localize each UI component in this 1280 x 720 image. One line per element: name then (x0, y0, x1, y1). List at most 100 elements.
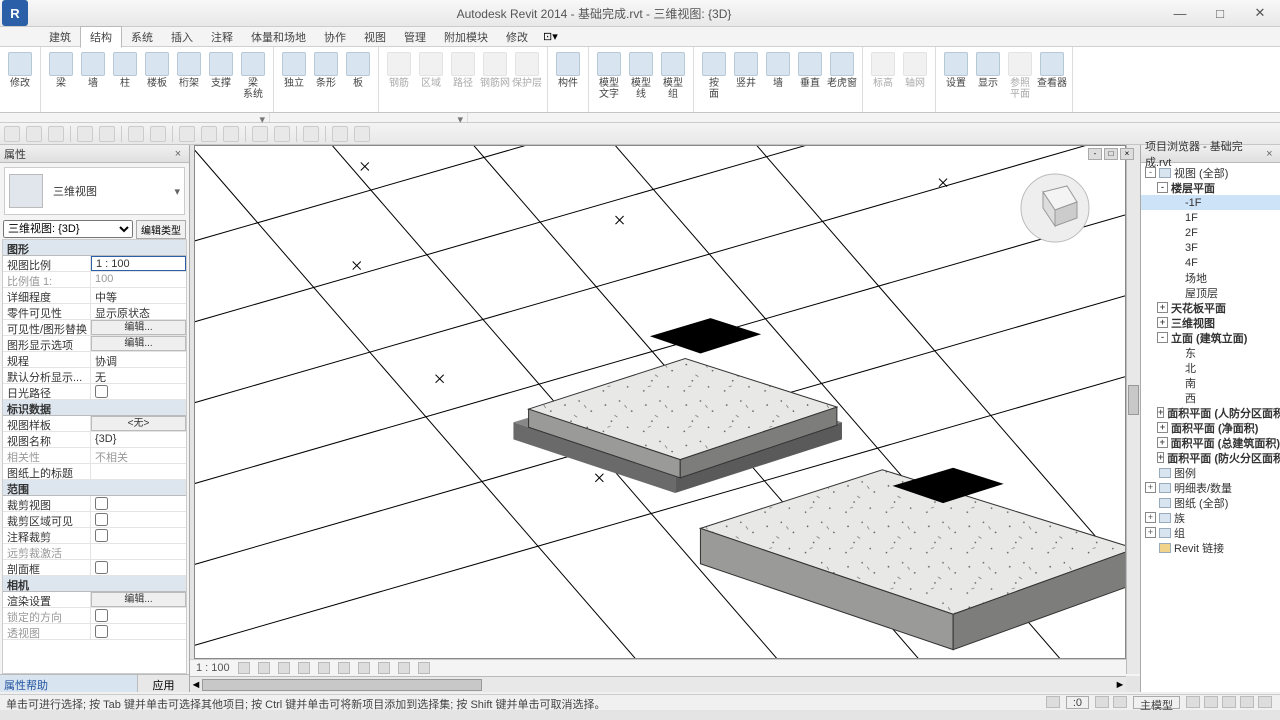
ribbon-button[interactable]: 修改 (4, 49, 36, 110)
ribbon-button[interactable]: 独立 (278, 49, 310, 110)
rendering-icon[interactable] (318, 662, 330, 674)
property-value[interactable] (91, 384, 186, 399)
property-value[interactable] (91, 560, 186, 575)
tree-node[interactable]: +三维视图 (1141, 315, 1280, 330)
tree-node[interactable]: -立面 (建筑立面) (1141, 330, 1280, 345)
tree-node[interactable]: +面积平面 (人防分区面积 (1141, 405, 1280, 420)
tree-node[interactable]: +面积平面 (净面积) (1141, 420, 1280, 435)
tree-node[interactable]: 图例 (1141, 465, 1280, 480)
tree-toggle-icon[interactable]: + (1145, 527, 1156, 538)
tree-node[interactable]: 西 (1141, 390, 1280, 405)
qat-button[interactable] (252, 126, 268, 142)
sun-path-icon[interactable] (278, 662, 290, 674)
ribbon-button[interactable]: 老虎窗 (826, 49, 858, 110)
tree-node[interactable]: 3F (1141, 240, 1280, 255)
ribbon-button[interactable]: 支撑 (205, 49, 237, 110)
tree-node[interactable]: 东 (1141, 345, 1280, 360)
apply-button[interactable]: 应用 (137, 675, 189, 692)
ribbon-tab[interactable]: 管理 (395, 27, 435, 47)
close-icon[interactable]: × (171, 148, 185, 160)
property-group-header[interactable]: 相机 (3, 576, 186, 592)
view-restore-icon[interactable]: □ (1104, 148, 1118, 160)
tree-node[interactable]: 南 (1141, 375, 1280, 390)
undo-icon[interactable] (77, 126, 93, 142)
tree-toggle-icon[interactable]: + (1145, 512, 1156, 523)
property-value[interactable]: {3D} (91, 432, 186, 447)
temp-hide-icon[interactable] (398, 662, 410, 674)
ribbon-tab[interactable]: 体量和场地 (242, 27, 315, 47)
ribbon-button[interactable]: 查看器 (1036, 49, 1068, 110)
property-value[interactable]: 编辑... (91, 336, 186, 351)
tree-node[interactable]: +面积平面 (总建筑面积) (1141, 435, 1280, 450)
tree-node[interactable]: -1F (1141, 195, 1280, 210)
tree-node[interactable]: Revit 链接 (1141, 540, 1280, 555)
status-icon[interactable] (1113, 696, 1127, 708)
properties-help-link[interactable]: 属性帮助 (0, 675, 137, 692)
tree-node[interactable]: +组 (1141, 525, 1280, 540)
view-close-icon[interactable]: × (1120, 148, 1134, 160)
edit-type-button[interactable]: 编辑类型 (136, 220, 186, 239)
ribbon-button[interactable]: 梁 (45, 49, 77, 110)
ribbon-button[interactable]: 条形 (310, 49, 342, 110)
ribbon-button[interactable]: 模型线 (625, 49, 657, 110)
ribbon-tab[interactable]: 协作 (315, 27, 355, 47)
detail-level-icon[interactable] (238, 662, 250, 674)
qat-button[interactable] (274, 126, 290, 142)
close-button[interactable]: ✕ (1240, 1, 1280, 25)
property-value[interactable] (91, 496, 186, 511)
tree-node[interactable]: 4F (1141, 255, 1280, 270)
ribbon-button[interactable]: 构件 (552, 49, 584, 110)
crop-region-icon[interactable] (358, 662, 370, 674)
tree-toggle-icon[interactable]: - (1157, 182, 1168, 193)
property-value[interactable]: 协调 (91, 352, 186, 367)
property-value[interactable]: 无 (91, 368, 186, 383)
qat-button[interactable] (354, 126, 370, 142)
instance-selector[interactable]: 三维视图: {3D} (3, 220, 133, 238)
ribbon-tab[interactable]: 注释 (202, 27, 242, 47)
tree-node[interactable]: +明细表/数量 (1141, 480, 1280, 495)
ribbon-expander[interactable]: ▾ (270, 113, 468, 122)
ribbon-button[interactable]: 柱 (109, 49, 141, 110)
property-value[interactable] (91, 528, 186, 543)
ribbon-button[interactable]: 楼板 (141, 49, 173, 110)
property-value[interactable]: <无> (91, 416, 186, 431)
qat-button[interactable] (332, 126, 348, 142)
tree-node[interactable]: -楼层平面 (1141, 180, 1280, 195)
measure-icon[interactable] (179, 126, 195, 142)
tree-toggle-icon[interactable]: + (1157, 422, 1168, 433)
status-icon[interactable] (1186, 696, 1200, 708)
crop-icon[interactable] (338, 662, 350, 674)
tree-toggle-icon[interactable]: + (1157, 317, 1168, 328)
property-value[interactable]: 1 : 100 (91, 256, 186, 271)
ribbon-button[interactable]: 设置 (940, 49, 972, 110)
ribbon-button[interactable]: 竖井 (730, 49, 762, 110)
tree-node[interactable]: 图纸 (全部) (1141, 495, 1280, 510)
tree-toggle-icon[interactable]: + (1157, 407, 1164, 418)
status-icon[interactable] (1258, 696, 1272, 708)
property-group-header[interactable]: 标识数据 (3, 400, 186, 416)
qat-button[interactable] (150, 126, 166, 142)
ribbon-tab-more[interactable]: ⊡▾ (543, 30, 558, 43)
tree-toggle-icon[interactable]: + (1157, 452, 1164, 463)
ribbon-button[interactable]: 模型文字 (593, 49, 625, 110)
qat-button[interactable] (4, 126, 20, 142)
property-group-header[interactable]: 图形 (3, 240, 186, 256)
tree-toggle-icon[interactable]: - (1145, 167, 1156, 178)
worksets-selector[interactable]: 主模型 (1133, 696, 1180, 709)
tree-node[interactable]: 1F (1141, 210, 1280, 225)
ribbon-button[interactable]: 按面 (698, 49, 730, 110)
tree-node[interactable]: +天花板平面 (1141, 300, 1280, 315)
3d-view-canvas[interactable] (194, 145, 1126, 659)
tree-node[interactable]: 北 (1141, 360, 1280, 375)
status-icon[interactable] (1204, 696, 1218, 708)
ribbon-expander[interactable]: ▾ (0, 113, 270, 122)
ribbon-tab[interactable]: 系统 (122, 27, 162, 47)
qat-button[interactable] (303, 126, 319, 142)
shadows-icon[interactable] (298, 662, 310, 674)
maximize-button[interactable]: □ (1200, 1, 1240, 25)
ribbon-button[interactable]: 墙 (762, 49, 794, 110)
ribbon-button[interactable]: 梁系统 (237, 49, 269, 110)
ribbon-tab[interactable]: 插入 (162, 27, 202, 47)
property-value[interactable]: 编辑... (91, 320, 186, 335)
open-icon[interactable] (48, 126, 64, 142)
